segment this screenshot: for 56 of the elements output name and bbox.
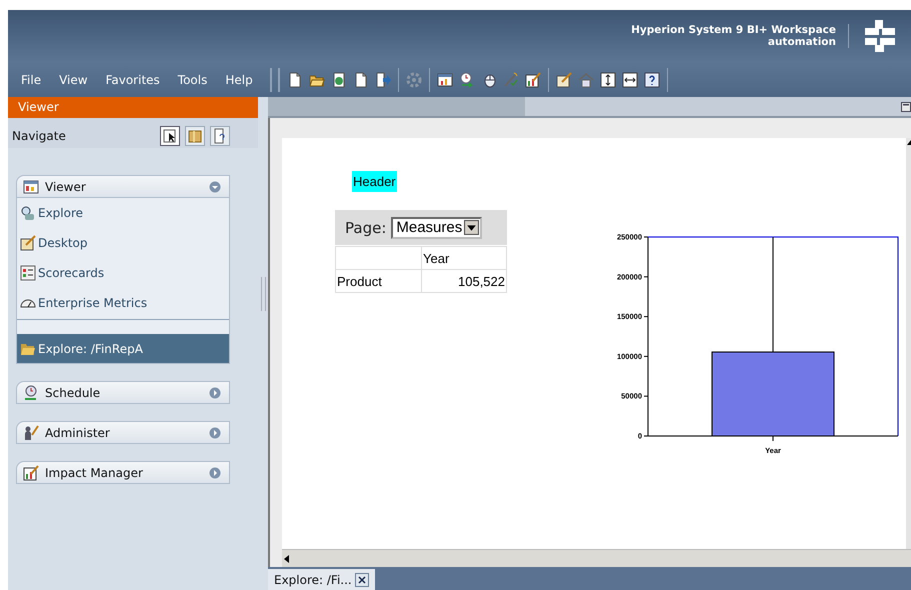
new-document-icon[interactable] (286, 72, 303, 88)
nav-item[interactable]: Enterprise Metrics (17, 288, 229, 318)
user-name: automation (768, 36, 836, 48)
document-tab[interactable]: Explore: /Fi... (268, 569, 375, 590)
document-icon[interactable] (352, 72, 369, 88)
horizontal-fit-icon[interactable] (622, 72, 638, 88)
collapse-icon (209, 180, 221, 192)
nav-item[interactable]: Scorecards (17, 258, 229, 288)
explore-icon (20, 205, 36, 221)
page-dropdown[interactable]: Measures (391, 216, 482, 238)
edit-icon[interactable] (556, 72, 572, 88)
column-header: Year (422, 246, 506, 270)
admin-figure-icon (23, 424, 39, 440)
menu-item[interactable]: File (12, 72, 50, 86)
folder-icon[interactable] (185, 126, 205, 146)
panel-header[interactable]: Impact Manager (17, 462, 229, 483)
scorecard-icon (20, 265, 36, 281)
navigate-label: Navigate (12, 128, 66, 142)
chart-window-icon[interactable] (436, 72, 453, 88)
menu-item[interactable]: Tools (168, 72, 216, 86)
vertical-fit-icon[interactable] (600, 72, 616, 88)
open-document-item[interactable]: Explore: /FinRepA (17, 334, 229, 363)
product-title: Hyperion System 9 BI+ Workspace (631, 24, 836, 36)
table-cell: 105,522 (422, 270, 506, 292)
panel-header[interactable]: Viewer (17, 176, 229, 197)
help-icon[interactable] (644, 72, 660, 88)
menu-item[interactable]: View (50, 72, 97, 86)
nav-item[interactable]: Explore (17, 198, 229, 228)
toolbar-grip[interactable] (270, 68, 280, 92)
menu-item[interactable]: Favorites (96, 72, 169, 86)
chart-edit-icon (23, 464, 39, 480)
panel-header[interactable]: Schedule (17, 382, 229, 403)
expand-icon (209, 466, 221, 478)
nav-item[interactable]: Desktop (17, 228, 229, 258)
menu-item[interactable]: Help (216, 72, 262, 86)
document-help-icon[interactable] (210, 126, 230, 146)
clock-icon[interactable] (458, 72, 475, 88)
close-icon[interactable] (354, 572, 369, 586)
panel-header[interactable]: Administer (17, 422, 229, 443)
expand-icon (209, 386, 221, 398)
chart-edit-icon[interactable] (524, 72, 541, 88)
logo-icon (863, 19, 897, 53)
pointer-icon[interactable] (160, 126, 180, 146)
report-header: Header (352, 171, 397, 192)
expand-icon (209, 426, 221, 438)
page-label: Page: (345, 218, 386, 236)
panel-title: Viewer (8, 97, 258, 118)
viewer-window-icon (23, 178, 39, 194)
home-icon[interactable] (578, 72, 594, 88)
row-header: Product (336, 270, 422, 292)
export-icon[interactable] (374, 72, 391, 88)
desktop-icon (20, 235, 36, 251)
clock-icon (23, 384, 39, 400)
maximize-icon[interactable] (901, 102, 911, 112)
scroll-left-icon[interactable] (282, 554, 292, 564)
x-tick (772, 436, 774, 442)
